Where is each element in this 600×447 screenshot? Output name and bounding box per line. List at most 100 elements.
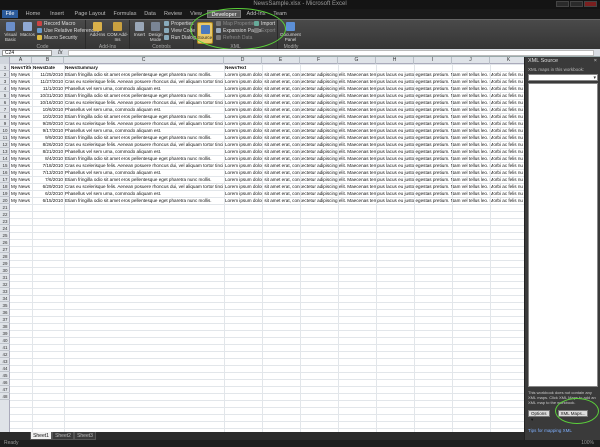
row-header-17[interactable]: 17 [0, 176, 10, 183]
cell-newssummary[interactable]: Cras eu scelerisque felis. Aenean posuer… [65, 162, 223, 169]
row-header-37[interactable]: 37 [0, 316, 10, 323]
cell-newsdate[interactable]: 10/6/2010 [33, 106, 63, 113]
macros-button[interactable]: Macros [20, 22, 35, 42]
column-header-j[interactable]: J [452, 57, 490, 64]
tab-insert[interactable]: Insert [46, 10, 68, 18]
cell-newssummary[interactable]: Etiam fringilla odio sit amet eros pelle… [65, 155, 223, 162]
row-header-2[interactable]: 2 [0, 71, 10, 78]
row-header-35[interactable]: 35 [0, 302, 10, 309]
row-header-25[interactable]: 25 [0, 232, 10, 239]
cell-newstitle[interactable]: My News [11, 155, 31, 162]
cell-newsdate[interactable]: 7/13/2010 [33, 169, 63, 176]
cell-newstext[interactable]: Lorem ipsum dolor sit amet erat, consect… [225, 71, 523, 78]
row-header-40[interactable]: 40 [0, 337, 10, 344]
cell-newssummary[interactable]: Phasellus vel sem urna, commodo aliquam … [65, 127, 223, 134]
column-header-d[interactable]: D [224, 57, 262, 64]
column-header-e[interactable]: E [262, 57, 300, 64]
row-header-11[interactable]: 11 [0, 134, 10, 141]
cell-newstext[interactable]: Lorem ipsum dolor sit amet erat, consect… [225, 85, 523, 92]
row-header-9[interactable]: 9 [0, 120, 10, 127]
row-header-23[interactable]: 23 [0, 218, 10, 225]
cell-newstitle[interactable]: My News [11, 106, 31, 113]
tab-home[interactable]: Home [22, 10, 44, 18]
row-header-30[interactable]: 30 [0, 267, 10, 274]
options-button[interactable]: Options ▾ [528, 410, 550, 422]
cell-newsdate[interactable]: 7/6/2010 [33, 176, 63, 183]
row-header-41[interactable]: 41 [0, 344, 10, 351]
pane-close-icon[interactable]: × [594, 58, 597, 65]
row-header-32[interactable]: 32 [0, 281, 10, 288]
row-header-33[interactable]: 33 [0, 288, 10, 295]
cell-newssummary[interactable]: Phasellus vel sem urna, commodo aliquam … [65, 106, 223, 113]
row-header-18[interactable]: 18 [0, 183, 10, 190]
tab-file[interactable]: File [2, 10, 18, 18]
cell-newsdate[interactable]: 11/27/2010 [33, 78, 63, 85]
cell-newstext[interactable]: Lorem ipsum dolor sit amet erat, consect… [225, 92, 523, 99]
cell-header-newstitle[interactable]: NewsTitle [11, 64, 31, 71]
formula-input[interactable] [68, 50, 594, 56]
cell-newstitle[interactable]: My News [11, 92, 31, 99]
cell-header-newstext[interactable]: NewsText [225, 64, 261, 71]
cell-newsdate[interactable]: 8/21/2010 [33, 148, 63, 155]
row-header-46[interactable]: 46 [0, 379, 10, 386]
row-header-15[interactable]: 15 [0, 162, 10, 169]
add-ins-button[interactable]: Add-Ins [90, 22, 105, 42]
tab-data[interactable]: Data [141, 10, 159, 18]
cell-newsdate[interactable]: 6/29/2010 [33, 183, 63, 190]
row-header-16[interactable]: 16 [0, 169, 10, 176]
run-dialog-button[interactable]: Run Dialog [164, 35, 196, 42]
cell-newstitle[interactable]: My News [11, 85, 31, 92]
column-header-h[interactable]: H [376, 57, 414, 64]
cell-newstext[interactable]: Lorem ipsum dolor sit amet erat, consect… [225, 78, 523, 85]
row-header-21[interactable]: 21 [0, 204, 10, 211]
row-header-47[interactable]: 47 [0, 386, 10, 393]
row-header-20[interactable]: 20 [0, 197, 10, 204]
cell-newstitle[interactable]: My News [11, 78, 31, 85]
column-header-f[interactable]: F [300, 57, 338, 64]
xml-map-dropdown[interactable]: ▾ [528, 74, 598, 81]
row-header-28[interactable]: 28 [0, 253, 10, 260]
row-header-3[interactable]: 3 [0, 78, 10, 85]
cell-newssummary[interactable]: Phasellus vel sem urna, commodo aliquam … [65, 148, 223, 155]
row-header-31[interactable]: 31 [0, 274, 10, 281]
cell-newstitle[interactable]: My News [11, 134, 31, 141]
tab-review[interactable]: Review [161, 10, 185, 18]
cell-newstext[interactable]: Lorem ipsum dolor sit amet erat, consect… [225, 99, 523, 106]
tab-page-layout[interactable]: Page Layout [71, 10, 109, 18]
row-header-27[interactable]: 27 [0, 246, 10, 253]
cell-newstitle[interactable]: My News [11, 113, 31, 120]
cell-newssummary[interactable]: Phasellus vel sem urna, commodo aliquam … [65, 190, 223, 197]
column-header-c[interactable]: C [64, 57, 224, 64]
row-header-7[interactable]: 7 [0, 106, 10, 113]
cell-header-newsdate[interactable]: NewsDate [33, 64, 63, 71]
row-header-26[interactable]: 26 [0, 239, 10, 246]
cell-newsdate[interactable]: 8/26/2010 [33, 141, 63, 148]
cell-newsdate[interactable]: 9/17/2010 [33, 127, 63, 134]
cell-newstext[interactable]: Lorem ipsum dolor sit amet erat, consect… [225, 106, 523, 113]
cell-newstext[interactable]: Lorem ipsum dolor sit amet erat, consect… [225, 127, 523, 134]
cell-newssummary[interactable]: Etiam fringilla odio sit amet eros pelle… [65, 92, 223, 99]
cell-newstext[interactable]: Lorem ipsum dolor sit amet erat, consect… [225, 155, 523, 162]
worksheet-grid[interactable]: ABCDEFGHIJKLMNO 123456789101112131415161… [0, 57, 524, 432]
row-header-22[interactable]: 22 [0, 211, 10, 218]
row-header-10[interactable]: 10 [0, 127, 10, 134]
cell-newssummary[interactable]: Etiam fringilla odio sit amet eros pelle… [65, 197, 223, 204]
com-add-ins-button[interactable]: COM Add-Ins [107, 22, 128, 42]
cell-newsdate[interactable]: 11/25/2010 [33, 71, 63, 78]
cell-newstext[interactable]: Lorem ipsum dolor sit amet erat, consect… [225, 141, 523, 148]
cell-newstitle[interactable]: My News [11, 176, 31, 183]
row-header-45[interactable]: 45 [0, 372, 10, 379]
cell-newstitle[interactable]: My News [11, 162, 31, 169]
row-header-42[interactable]: 42 [0, 351, 10, 358]
row-header-44[interactable]: 44 [0, 365, 10, 372]
visual-basic-button[interactable]: Visual Basic [3, 22, 18, 42]
cell-newssummary[interactable]: Etiam fringilla odio sit amet eros pelle… [65, 176, 223, 183]
row-header-39[interactable]: 39 [0, 330, 10, 337]
row-header-13[interactable]: 13 [0, 148, 10, 155]
tab-formulas[interactable]: Formulas [111, 10, 139, 18]
cell-newssummary[interactable]: Cras eu scelerisque felis. Aenean posuer… [65, 141, 223, 148]
cell-newstitle[interactable]: My News [11, 183, 31, 190]
row-header-38[interactable]: 38 [0, 323, 10, 330]
cell-newstitle[interactable]: My News [11, 148, 31, 155]
close-button[interactable] [584, 1, 597, 7]
